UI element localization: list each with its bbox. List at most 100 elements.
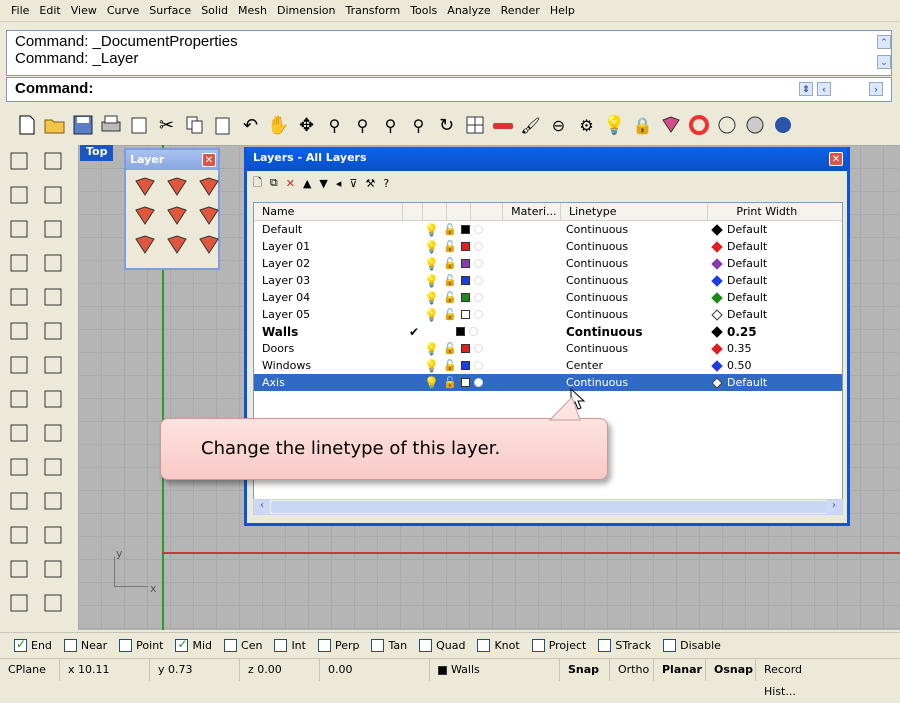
layer-row[interactable]: Layer 03 💡 🔓 Continuous Default (254, 272, 842, 289)
import-icon[interactable] (126, 113, 151, 138)
menu-solid[interactable]: Solid (196, 4, 233, 17)
material-dot-icon[interactable] (473, 225, 483, 234)
menu-curve[interactable]: Curve (102, 4, 144, 17)
car-icon[interactable] (490, 113, 515, 138)
expand-icon[interactable]: › (869, 82, 883, 96)
layer-copy-icon[interactable] (196, 232, 221, 257)
move-icon[interactable] (6, 488, 31, 513)
light-bulb-icon[interactable]: 💡 (424, 240, 439, 254)
layer-bulb-on-icon[interactable] (164, 203, 189, 228)
move-up-icon[interactable]: ▲ (303, 177, 311, 190)
snap-toggle[interactable]: Snap (560, 659, 610, 681)
curve-tools-icon[interactable] (40, 522, 65, 547)
osnap-int[interactable]: Int (274, 639, 312, 652)
new-file-icon[interactable] (14, 113, 39, 138)
render-preview-icon[interactable] (742, 113, 767, 138)
layer-color-swatch[interactable] (460, 310, 470, 319)
checkbox[interactable] (175, 637, 189, 652)
menu-analyze[interactable]: Analyze (442, 4, 495, 17)
layer-linetype[interactable]: Center (562, 359, 710, 372)
layer-lock-icon[interactable] (132, 232, 157, 257)
ortho-icon[interactable]: ⊖ (546, 113, 571, 138)
menu-transform[interactable]: Transform (340, 4, 405, 17)
layer-print-width[interactable]: Default (710, 257, 840, 270)
command-input[interactable]: Command: ⇕ ‹ › (6, 77, 892, 102)
sweep-icon[interactable] (40, 318, 65, 343)
unlock-icon[interactable]: 🔓 (443, 240, 457, 253)
line-curve-icon[interactable] (40, 182, 65, 207)
point-icon[interactable] (40, 148, 65, 173)
new-layer-icon[interactable]: 🗋 (253, 174, 262, 193)
layer-name[interactable]: Default (254, 223, 404, 236)
scroll-right-icon[interactable]: › (826, 500, 842, 514)
checkbox[interactable] (419, 639, 433, 652)
layer-linetype[interactable]: Continuous (562, 325, 710, 339)
menu-dimension[interactable]: Dimension (272, 4, 340, 17)
undo-icon[interactable]: ↶ (238, 113, 263, 138)
col-print-width[interactable]: Print Width (708, 203, 842, 220)
material-dot-icon[interactable] (469, 327, 478, 336)
col-on[interactable] (423, 203, 448, 220)
open-folder-icon[interactable] (42, 113, 67, 138)
osnap-strack[interactable]: STrack (598, 639, 657, 652)
menu-file[interactable]: File (6, 4, 34, 17)
light-bulb-icon[interactable]: 💡 (602, 113, 627, 138)
sphere-icon[interactable] (714, 113, 739, 138)
polyline-icon[interactable] (6, 182, 31, 207)
select-icon[interactable] (6, 148, 31, 173)
unlock-icon[interactable]: 🔓 (443, 257, 457, 270)
fillet-icon[interactable] (40, 284, 65, 309)
menu-mesh[interactable]: Mesh (233, 4, 272, 17)
tools-icon[interactable]: ⚒ (365, 177, 375, 190)
layer-name[interactable]: Axis (254, 376, 404, 389)
filter-icon[interactable]: ⊽ (349, 177, 357, 190)
col-linetype[interactable]: Linetype (561, 203, 709, 220)
arc-icon[interactable] (6, 250, 31, 275)
undo-view-icon[interactable]: ↻ (434, 113, 459, 138)
col-current[interactable] (403, 203, 424, 220)
menu-render[interactable]: Render (496, 4, 545, 17)
lock-icon[interactable]: 🔒 (630, 113, 655, 138)
layer-color-swatch[interactable] (460, 242, 470, 251)
zoom-dynamic-icon[interactable]: ⚲ (322, 113, 347, 138)
layer-linetype[interactable]: Continuous (562, 274, 710, 287)
material-dot-icon[interactable] (473, 378, 483, 387)
curve-from-object-icon[interactable] (6, 284, 31, 309)
sphere-icon[interactable] (40, 352, 65, 377)
dialog-titlebar[interactable]: Layers - All Layers ✕ (247, 147, 847, 171)
color-wheel-icon[interactable] (686, 113, 711, 138)
checkbox[interactable] (317, 639, 331, 652)
layer-name[interactable]: Layer 04 (254, 291, 404, 304)
menu-tools[interactable]: Tools (405, 4, 442, 17)
menu-view[interactable]: View (66, 4, 102, 17)
layer-linetype[interactable]: Continuous (562, 257, 710, 270)
col-color[interactable] (471, 203, 504, 220)
osnap-toggle[interactable]: Osnap (706, 659, 756, 681)
osnap-project[interactable]: Project (531, 639, 593, 652)
zoom-selected-icon[interactable]: ⚲ (406, 113, 431, 138)
checkbox[interactable] (14, 637, 27, 652)
boolean-icon[interactable] (40, 420, 65, 445)
scroll-up-icon[interactable]: ⌃ (877, 35, 891, 49)
layer-name[interactable]: Windows (254, 359, 404, 372)
gumball-icon[interactable] (6, 420, 31, 445)
material-dot-icon[interactable] (473, 276, 483, 285)
checkbox[interactable] (531, 639, 545, 652)
light-bulb-icon[interactable]: 💡 (424, 257, 439, 271)
zoom-window-icon[interactable]: ⚲ (350, 113, 375, 138)
layer-color-swatch[interactable] (460, 344, 470, 353)
block-icon[interactable] (6, 556, 31, 581)
spinner-icon[interactable]: ⇕ (799, 82, 813, 96)
viewport-title[interactable]: Top (80, 145, 114, 161)
unlock-icon[interactable]: 🔓 (443, 274, 457, 287)
planar-toggle[interactable]: Planar (654, 659, 706, 681)
material-dot-icon[interactable] (473, 242, 483, 251)
osnap-tan[interactable]: Tan (371, 639, 413, 652)
layer-name[interactable]: Walls (254, 325, 404, 339)
osnap-perp[interactable]: Perp (317, 639, 366, 652)
layer-name[interactable]: Layer 02 (254, 257, 404, 270)
unlock-icon[interactable]: 🔓 (443, 223, 457, 236)
layer-linetype[interactable]: Continuous (562, 240, 710, 253)
move-left-icon[interactable]: ◂ (336, 177, 342, 190)
save-icon[interactable] (70, 113, 95, 138)
